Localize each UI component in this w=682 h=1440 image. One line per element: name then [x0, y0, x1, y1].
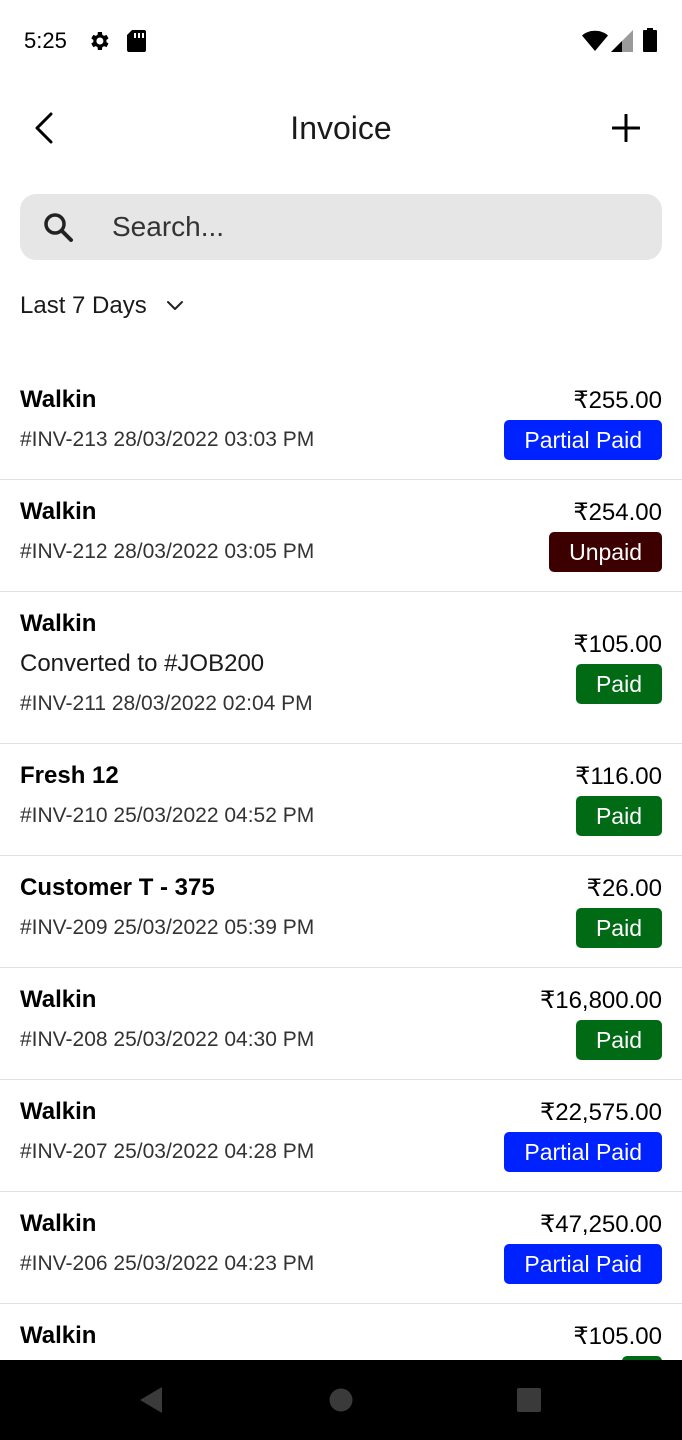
invoice-meta: #INV-209 25/03/2022 05:39 PM [20, 916, 315, 939]
invoice-row[interactable]: Walkin #INV-213 28/03/2022 03:03 PM ₹255… [0, 368, 682, 480]
signal-icon [611, 30, 633, 52]
status-badge: Paid [575, 796, 662, 836]
search-icon [44, 213, 73, 242]
invoice-amount: ₹47,250.00 [539, 1211, 662, 1238]
status-badge: Unpaid [549, 532, 662, 572]
date-range-dropdown[interactable]: Last 7 Days [20, 288, 185, 324]
invoice-row[interactable]: Walkin Converted to #JOB200 #INV-211 28/… [0, 592, 682, 744]
customer-name: Walkin [20, 1098, 97, 1125]
status-time: 5:25 [24, 28, 67, 53]
customer-name: Walkin [20, 498, 97, 525]
chevron-down-icon [166, 301, 183, 310]
invoice-row[interactable]: Customer T - 375 #INV-209 25/03/2022 05:… [0, 856, 682, 968]
app-bar: Invoice [0, 82, 682, 176]
invoice-note: Converted to #JOB200 [20, 650, 265, 677]
system-nav-bar [0, 1360, 682, 1440]
invoice-amount: ₹26.00 [586, 875, 662, 902]
sd-card-icon [127, 30, 146, 52]
invoice-amount: ₹105.00 [573, 631, 662, 658]
status-badge: Partial Paid [504, 420, 662, 460]
nav-home-icon[interactable] [329, 1388, 353, 1412]
status-badge: Paid [575, 1020, 662, 1060]
plus-icon [612, 114, 640, 142]
invoice-meta: #INV-212 28/03/2022 03:05 PM [20, 540, 315, 563]
invoice-meta: #INV-211 28/03/2022 02:04 PM [20, 692, 313, 715]
customer-name: Walkin [20, 610, 97, 637]
invoice-row[interactable]: Walkin #INV-207 25/03/2022 04:28 PM ₹22,… [0, 1080, 682, 1192]
invoice-meta: #INV-207 25/03/2022 04:28 PM [20, 1140, 315, 1163]
invoice-row[interactable]: Walkin #INV-208 25/03/2022 04:30 PM ₹16,… [0, 968, 682, 1080]
search-box[interactable] [20, 194, 662, 260]
invoice-list[interactable]: Walkin #INV-213 28/03/2022 03:03 PM ₹255… [0, 368, 682, 1360]
status-badge: Partial Paid [504, 1244, 662, 1284]
invoice-amount: ₹255.00 [573, 387, 662, 414]
invoice-amount: ₹254.00 [573, 499, 662, 526]
invoice-row[interactable]: Fresh 12 #INV-210 25/03/2022 04:52 PM ₹1… [0, 744, 682, 856]
status-badge: Paid [575, 908, 662, 948]
invoice-row[interactable]: Walkin #INV-206 25/03/2022 04:23 PM ₹47,… [0, 1192, 682, 1304]
status-badge: Paid [575, 664, 662, 704]
invoice-meta: #INV-206 25/03/2022 04:23 PM [20, 1252, 315, 1275]
battery-icon [643, 28, 657, 52]
invoice-amount: ₹22,575.00 [539, 1099, 662, 1126]
invoice-amount: ₹16,800.00 [539, 987, 662, 1014]
customer-name: Walkin [20, 1210, 97, 1237]
search-input[interactable] [112, 202, 642, 252]
customer-name: Walkin [20, 1322, 97, 1349]
add-invoice-button[interactable] [604, 106, 648, 150]
gear-icon [91, 32, 109, 50]
date-range-label: Last 7 Days [20, 292, 147, 319]
status-badge: Partial Paid [504, 1132, 662, 1172]
invoice-amount: ₹105.00 [573, 1323, 662, 1350]
nav-back-icon[interactable] [138, 1386, 164, 1414]
status-bar: 5:25 [0, 0, 682, 82]
nav-recents-icon[interactable] [517, 1388, 541, 1412]
page-title: Invoice [290, 110, 392, 146]
invoice-row[interactable]: Walkin ₹105.00 [0, 1304, 682, 1360]
invoice-amount: ₹116.00 [575, 763, 662, 790]
wifi-icon [582, 30, 608, 51]
customer-name: Walkin [20, 386, 97, 413]
invoice-meta: #INV-210 25/03/2022 04:52 PM [20, 804, 315, 827]
customer-name: Walkin [20, 986, 97, 1013]
invoice-meta: #INV-213 28/03/2022 03:03 PM [20, 428, 315, 451]
invoice-meta: #INV-208 25/03/2022 04:30 PM [20, 1028, 315, 1051]
customer-name: Fresh 12 [20, 762, 119, 789]
invoice-row[interactable]: Walkin #INV-212 28/03/2022 03:05 PM ₹254… [0, 480, 682, 592]
customer-name: Customer T - 375 [20, 874, 215, 901]
